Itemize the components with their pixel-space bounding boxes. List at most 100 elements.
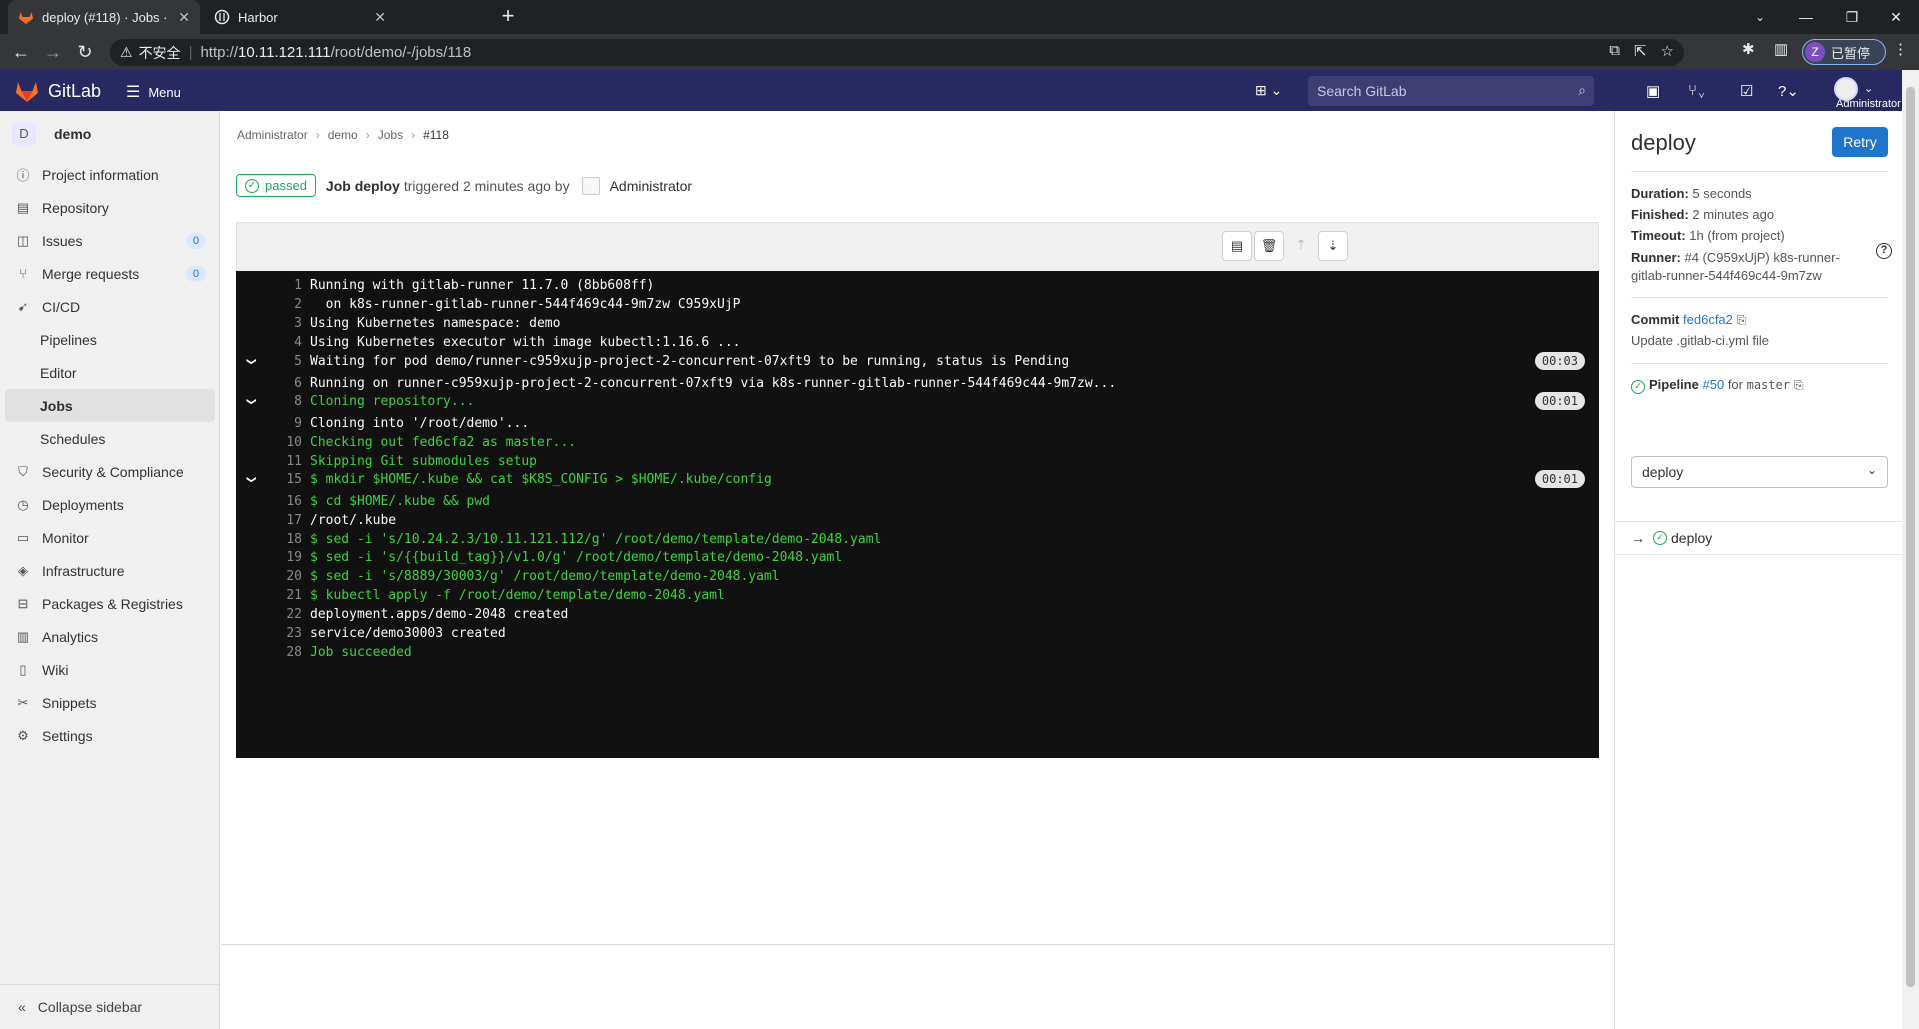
sidebar-item-repository[interactable]: ▤ Repository [0, 191, 220, 224]
todos-icon[interactable]: ☑ [1740, 82, 1753, 100]
log-line-number[interactable]: 15 [272, 472, 302, 487]
stage-select[interactable]: deploy ⌄ [1631, 456, 1888, 488]
merge-requests-header-icon[interactable]: ⑂⌄ [1688, 82, 1706, 99]
log-line-number[interactable]: 19 [272, 550, 302, 565]
collapse-sidebar-button[interactable]: « Collapse sidebar [0, 984, 220, 1029]
log-section-header[interactable]: ❯ 15 $ mkdir $HOME/.kube && cat $K8S_CONFI… [236, 470, 1599, 492]
log-line-number[interactable]: 2 [272, 297, 302, 312]
browser-tab-gitlab[interactable]: deploy (#118) · Jobs · Administ ✕ [8, 0, 200, 34]
sidebar-item-pipelines[interactable]: Pipelines [0, 323, 220, 356]
log-line-number[interactable]: 8 [272, 394, 302, 409]
window-close-icon[interactable]: ✕ [1873, 0, 1919, 34]
job-list-item[interactable]: → ✓ deploy [1615, 521, 1902, 555]
chevron-down-icon[interactable]: ❯ [243, 476, 258, 484]
log-line-number[interactable]: 4 [272, 335, 302, 350]
sidebar-item-security-compliance[interactable]: ⛉ Security & Compliance [0, 455, 220, 488]
copy-icon[interactable]: ⎘ [1794, 375, 1804, 395]
sidebar-item-deployments[interactable]: ◷ Deployments [0, 488, 220, 521]
browser-tab-harbor[interactable]: Harbor ✕ [204, 0, 396, 34]
help-icon[interactable]: ? [1876, 243, 1892, 259]
breadcrumb-item[interactable]: demo [328, 128, 358, 142]
scrollbar-thumb[interactable] [1906, 87, 1915, 987]
sidebar-item-merge-requests[interactable]: ⑂ Merge requests 0 [0, 257, 220, 290]
log-line-number[interactable]: 28 [272, 645, 302, 660]
profile-button[interactable]: Z 已暂停 [1802, 39, 1886, 65]
search-input[interactable]: Search GitLab ⌕ [1308, 76, 1594, 106]
sidebar-item-schedules[interactable]: Schedules [0, 422, 220, 455]
raw-log-icon[interactable]: ▤ [1222, 231, 1252, 261]
log-line-number[interactable]: 18 [272, 532, 302, 547]
translate-icon[interactable]: ⧉ [1609, 42, 1620, 60]
sidebar-item-jobs[interactable]: Jobs [5, 389, 215, 422]
user-menu-chevron-icon[interactable]: ⌄ [1864, 82, 1873, 95]
sidebar-item-snippets[interactable]: ✂ Snippets [0, 686, 220, 719]
scroll-bottom-icon[interactable]: ⇣ [1318, 231, 1348, 261]
sidebar-item-editor[interactable]: Editor [0, 356, 220, 389]
side-panel-icon[interactable]: ▥ [1774, 40, 1788, 58]
log-line-number[interactable]: 21 [272, 588, 302, 603]
log-line-number[interactable]: 17 [272, 513, 302, 528]
sidebar-item-packages-registries[interactable]: ⊟ Packages & Registries [0, 587, 220, 620]
log-line-number[interactable]: 22 [272, 607, 302, 622]
address-bar[interactable]: ⚠ 不安全 | http://10.11.121.111/root/demo/-… [110, 39, 1684, 66]
log-line-number[interactable]: 5 [272, 354, 302, 369]
breadcrumb-item[interactable]: Administrator [237, 128, 308, 142]
sidebar-item-monitor[interactable]: ▭ Monitor [0, 521, 220, 554]
page-scrollbar[interactable] [1902, 70, 1919, 1029]
issues-header-icon[interactable]: ▣ [1646, 82, 1660, 100]
log-section-header[interactable]: ❯ 8 Cloning repository... 00:01 [236, 392, 1599, 414]
log-line-number[interactable]: 23 [272, 626, 302, 641]
new-tab-icon[interactable]: + [496, 4, 520, 28]
tab-search-icon[interactable]: ⌄ [1737, 0, 1783, 34]
log-line-number[interactable]: 16 [272, 494, 302, 509]
log-line-number[interactable]: 11 [272, 454, 302, 469]
breadcrumb-item[interactable]: Jobs [378, 128, 403, 142]
pipeline-ref[interactable]: master [1747, 378, 1790, 392]
log-line-text: $ sed -i 's/{{build_tag}}/v1.0/g' /root/… [310, 550, 843, 565]
job-user[interactable]: Administrator [610, 178, 692, 194]
sidebar-item-project-information[interactable]: ⓘ Project information [0, 158, 220, 191]
user-avatar[interactable] [581, 176, 600, 195]
bookmark-star-icon[interactable]: ☆ [1661, 42, 1674, 60]
sidebar-item-infrastructure[interactable]: ◈ Infrastructure [0, 554, 220, 587]
log-line-number[interactable]: 3 [272, 316, 302, 331]
restore-icon[interactable]: ❐ [1829, 0, 1875, 34]
sidebar-project-header[interactable]: D demo [0, 111, 219, 157]
log-line-number[interactable]: 10 [272, 435, 302, 450]
extensions-icon[interactable]: ✱ [1742, 40, 1755, 58]
sidebar-item-issues[interactable]: ◫ Issues 0 [0, 224, 220, 257]
retry-button[interactable]: Retry [1832, 127, 1888, 157]
help-icon[interactable]: ?⌄ [1778, 82, 1799, 100]
brand-name: GitLab [48, 80, 102, 101]
gitlab-home-link[interactable]: GitLab [14, 79, 101, 103]
status-text: passed [265, 178, 307, 193]
minimize-icon[interactable]: — [1783, 0, 1829, 34]
sidebar-item-ci-cd[interactable]: ➹ CI/CD [0, 290, 220, 323]
close-tab-icon[interactable]: ✕ [178, 9, 190, 26]
sidebar-item-settings[interactable]: ⚙ Settings [0, 719, 220, 752]
forward-icon[interactable]: → [42, 41, 64, 63]
log-line-number[interactable]: 9 [272, 416, 302, 431]
chevron-down-icon[interactable]: ❯ [243, 358, 258, 366]
commit-sha-link[interactable]: fed6cfa2 [1683, 312, 1733, 327]
log-line-number[interactable]: 1 [272, 278, 302, 293]
status-badge[interactable]: ✓ passed [236, 174, 316, 197]
new-dropdown-icon[interactable]: ⊞ ⌄ [1255, 82, 1282, 99]
chevron-down-icon[interactable]: ❯ [243, 398, 258, 406]
sidebar-item-wiki[interactable]: ▯ Wiki [0, 653, 220, 686]
copy-icon[interactable]: ⎘ [1737, 310, 1747, 330]
scroll-top-icon[interactable]: ⇡ [1286, 231, 1316, 261]
log-line-number[interactable]: 6 [272, 376, 302, 391]
close-tab-icon[interactable]: ✕ [374, 9, 386, 26]
pipeline-link[interactable]: #50 [1702, 377, 1724, 392]
share-icon[interactable]: ⇱ [1634, 42, 1647, 60]
log-section-header[interactable]: ❯ 5 Waiting for pod demo/runner-c959xujp-p… [236, 352, 1599, 374]
menu-button[interactable]: ☰ Menu [126, 82, 181, 102]
erase-log-icon[interactable]: 🗑 [1254, 231, 1284, 261]
reload-icon[interactable]: ↻ [74, 41, 96, 63]
back-icon[interactable]: ← [10, 41, 32, 63]
log-line-number[interactable]: 20 [272, 569, 302, 584]
breadcrumb-current[interactable]: #118 [423, 128, 449, 142]
browser-menu-icon[interactable]: ⋮ [1893, 40, 1908, 58]
sidebar-item-analytics[interactable]: ▥ Analytics [0, 620, 220, 653]
